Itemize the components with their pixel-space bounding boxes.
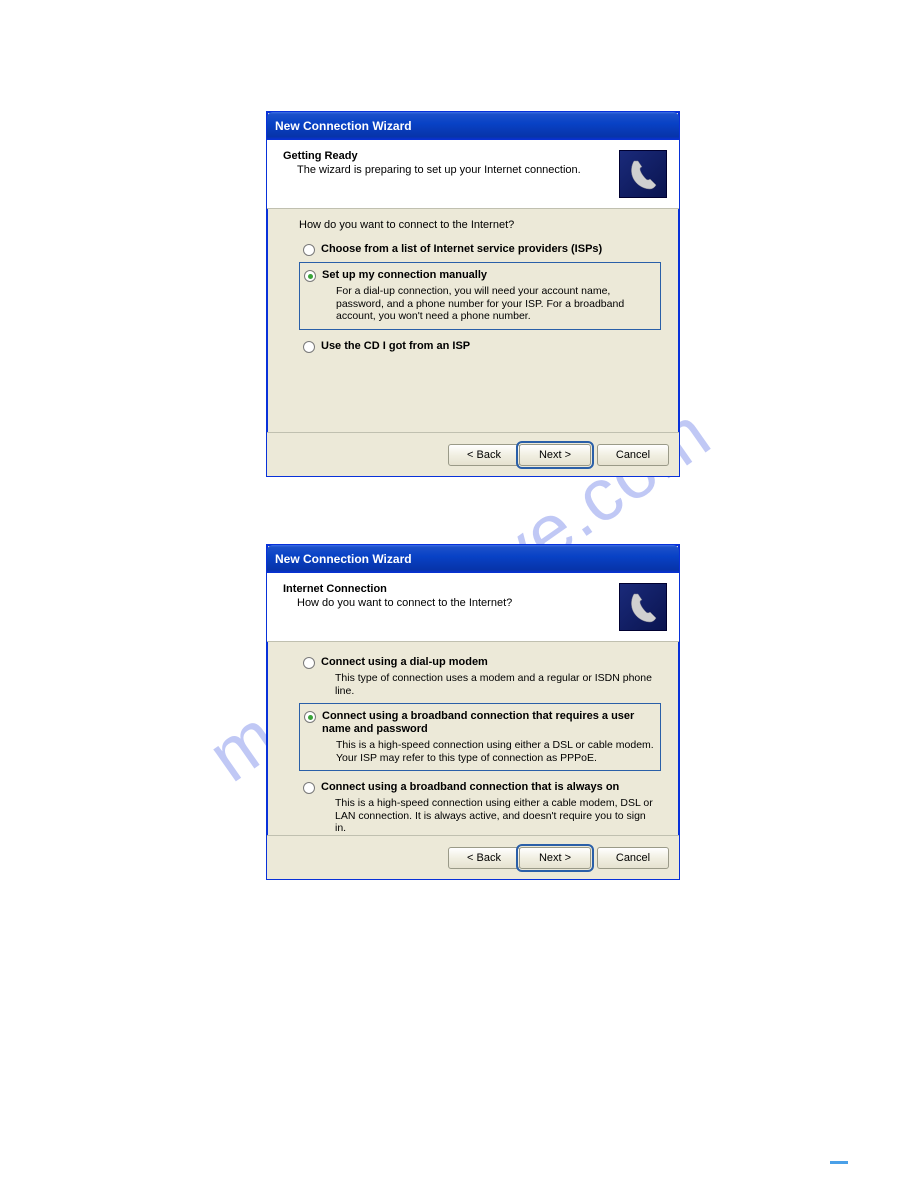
wizard-body: How do you want to connect to the Intern… [267, 209, 679, 357]
wizard-footer: < Back Next > Cancel [267, 432, 679, 476]
window-title: New Connection Wizard [275, 552, 412, 566]
option-broadband-credentials[interactable]: Connect using a broadband connection tha… [299, 703, 661, 771]
header-title: Internet Connection [283, 583, 611, 595]
footer-accent-icon [830, 1161, 848, 1164]
back-button[interactable]: < Back [448, 444, 520, 466]
option-label: Connect using a broadband connection tha… [321, 781, 655, 794]
header-title: Getting Ready [283, 150, 611, 162]
back-button[interactable]: < Back [448, 847, 520, 869]
wizard-footer: < Back Next > Cancel [267, 835, 679, 879]
wizard-body: Connect using a dial-up modem This type … [267, 642, 679, 839]
cancel-button[interactable]: Cancel [597, 444, 669, 466]
option-isp-list[interactable]: Choose from a list of Internet service p… [299, 239, 661, 260]
window-title: New Connection Wizard [275, 119, 412, 133]
option-label: Use the CD I got from an ISP [321, 340, 655, 353]
option-description: This is a high-speed connection using ei… [335, 797, 655, 835]
wizard-dialog-getting-ready: New Connection Wizard Getting Ready The … [266, 111, 680, 477]
wizard-dialog-internet-connection: New Connection Wizard Internet Connectio… [266, 544, 680, 880]
radio-icon[interactable] [304, 711, 316, 723]
option-description: This type of connection uses a modem and… [335, 672, 655, 697]
next-button[interactable]: Next > [519, 444, 591, 466]
radio-icon[interactable] [303, 244, 315, 256]
document-footer [830, 1161, 848, 1164]
phone-modem-icon [619, 583, 667, 631]
header-subtitle: How do you want to connect to the Intern… [297, 597, 611, 609]
wizard-header: Internet Connection How do you want to c… [267, 573, 679, 642]
option-broadband-always-on[interactable]: Connect using a broadband connection tha… [299, 777, 661, 839]
option-description: For a dial-up connection, you will need … [336, 285, 654, 323]
header-subtitle: The wizard is preparing to set up your I… [297, 164, 611, 176]
next-button[interactable]: Next > [519, 847, 591, 869]
option-label: Set up my connection manually [322, 269, 654, 282]
radio-icon[interactable] [303, 657, 315, 669]
wizard-header: Getting Ready The wizard is preparing to… [267, 140, 679, 209]
radio-icon[interactable] [304, 270, 316, 282]
option-manual-setup[interactable]: Set up my connection manually For a dial… [299, 262, 661, 330]
option-label: Connect using a broadband connection tha… [322, 710, 654, 736]
radio-icon[interactable] [303, 341, 315, 353]
option-dialup-modem[interactable]: Connect using a dial-up modem This type … [299, 652, 661, 701]
option-label: Connect using a dial-up modem [321, 656, 655, 669]
prompt-text: How do you want to connect to the Intern… [299, 219, 661, 231]
cancel-button[interactable]: Cancel [597, 847, 669, 869]
option-label: Choose from a list of Internet service p… [321, 243, 655, 256]
titlebar[interactable]: New Connection Wizard [267, 112, 679, 140]
titlebar[interactable]: New Connection Wizard [267, 545, 679, 573]
option-isp-cd[interactable]: Use the CD I got from an ISP [299, 336, 661, 357]
radio-icon[interactable] [303, 782, 315, 794]
phone-modem-icon [619, 150, 667, 198]
option-description: This is a high-speed connection using ei… [336, 739, 654, 764]
